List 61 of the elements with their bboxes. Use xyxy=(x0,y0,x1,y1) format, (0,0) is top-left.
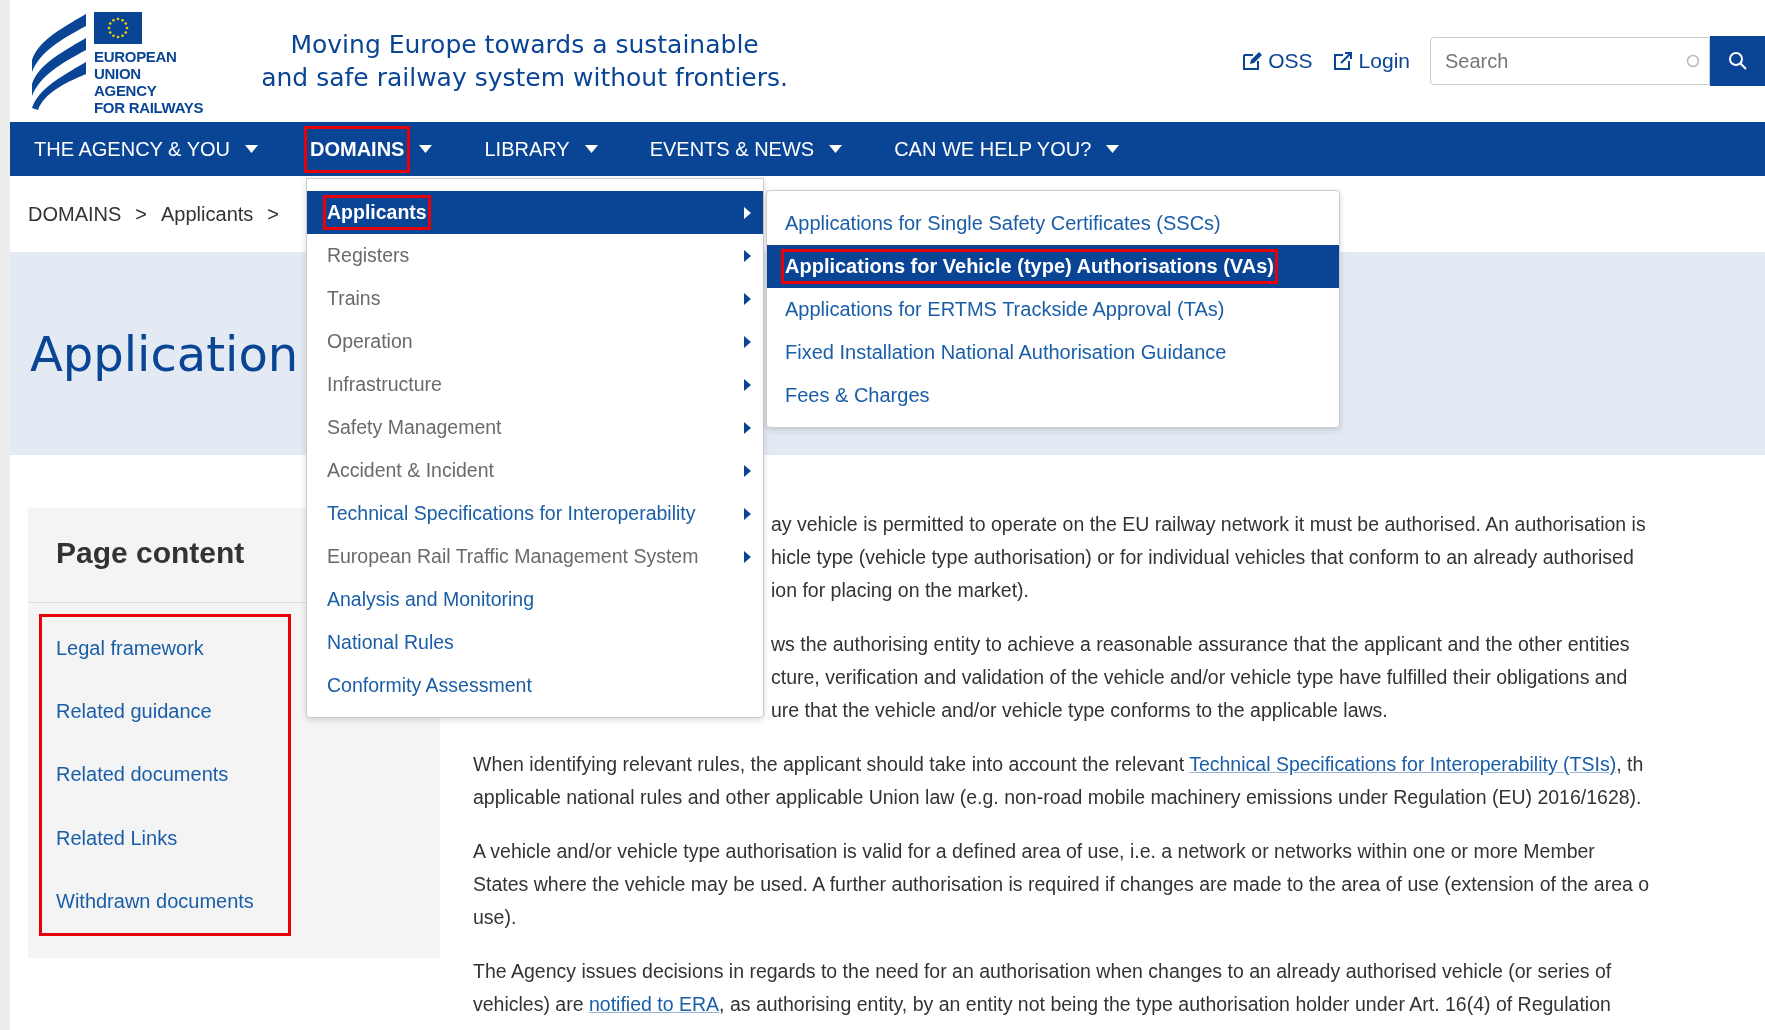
nav-item[interactable]: DOMAINS xyxy=(304,125,433,173)
login-link[interactable]: Login xyxy=(1332,49,1410,73)
submenu-arrow-icon xyxy=(744,550,751,563)
submenu-arrow-icon xyxy=(744,464,751,477)
submenu-item[interactable]: Fees & Charges xyxy=(767,374,1339,417)
eu-flag-icon xyxy=(94,12,142,44)
text-link[interactable]: Technical Specifications for Interoperability (TSIs) xyxy=(1189,753,1617,775)
menu-item[interactable]: Operation xyxy=(307,320,763,363)
caret-icon xyxy=(1106,145,1120,153)
nav-item[interactable]: THE AGENCY & YOU xyxy=(28,125,258,173)
caret-icon xyxy=(419,145,433,153)
nav-item[interactable]: LIBRARY xyxy=(478,125,598,173)
breadcrumb-separator: > xyxy=(135,202,148,226)
breadcrumb-link[interactable]: Applicants xyxy=(161,202,254,226)
page-content-link[interactable]: Related Links xyxy=(56,826,288,850)
nav-item[interactable]: CAN WE HELP YOU? xyxy=(888,125,1120,173)
submenu-arrow-icon xyxy=(744,249,751,262)
circle-icon xyxy=(1686,54,1700,68)
nav-item[interactable]: EVENTS & NEWS xyxy=(643,125,843,173)
submenu-item[interactable]: Applications for Vehicle (type) Authorisations (VAs) xyxy=(767,245,1339,288)
body-paragraph: ay vehicle is permitted to operate on the EU railway network it must be authorised. An authorisation is hicle type (vehicle type authorisation) or for individual vehicles that conform to an already authorised ion for placing on the market). xyxy=(771,512,1647,603)
page-content-link[interactable]: Related documents xyxy=(56,763,288,787)
submenu-item[interactable]: Applications for ERTMS Trackside Approval (TAs) xyxy=(767,288,1339,331)
menu-item[interactable]: Accident & Incident xyxy=(307,449,763,492)
submenu-arrow-icon xyxy=(744,206,751,219)
menu-item[interactable]: Safety Management xyxy=(307,406,763,449)
submenu-item[interactable]: Applications for Single Safety Certificates (SSCs) xyxy=(767,202,1339,245)
external-link-icon xyxy=(1332,51,1353,71)
body-paragraph: The Agency issues decisions in regards to the need for an authorisation when changes to an already authorised vehicle (or series of vehicles) are notified to ERA, as authorising entity, by an entity not being the type authorisation holder under Art. 16(4) of Regulation xyxy=(473,959,1613,1017)
logo-text: EUROPEAN UNION AGENCY FOR RAILWAYS xyxy=(94,48,204,116)
search-icon xyxy=(1727,51,1748,71)
submenu-arrow-icon xyxy=(744,507,751,520)
search-button[interactable] xyxy=(1710,36,1765,86)
menu-item[interactable]: Registers xyxy=(307,234,763,277)
menu-item[interactable]: Applicants xyxy=(307,191,763,234)
oss-link[interactable]: OSS xyxy=(1242,49,1313,73)
caret-icon xyxy=(584,145,598,153)
page-title: Application xyxy=(30,325,299,382)
submenu-arrow-icon xyxy=(744,335,751,348)
menu-item[interactable]: National Rules xyxy=(307,621,763,664)
caret-icon xyxy=(245,145,258,153)
breadcrumb-separator: > xyxy=(267,202,279,226)
body-paragraph: A vehicle and/or vehicle type authorisation is valid for a defined area of use, i.e. a network or networks within one or more Member States where the vehicle may be used. A further authorisation is required if changes are made to the area of use (extension of the area o use). xyxy=(473,839,1650,930)
page-content-link[interactable]: Legal framework xyxy=(56,637,288,661)
page-content-link[interactable]: Related guidance xyxy=(56,700,288,724)
text-link[interactable]: notified to ERA xyxy=(588,993,720,1015)
menu-item[interactable]: Infrastructure xyxy=(307,363,763,406)
search-field[interactable]: Search xyxy=(1430,37,1710,85)
submenu-arrow-icon xyxy=(744,378,751,391)
edit-icon xyxy=(1242,51,1263,71)
caret-icon xyxy=(829,145,843,153)
submenu-arrow-icon xyxy=(744,292,751,305)
breadcrumb-link[interactable]: DOMAINS xyxy=(28,202,122,226)
submenu-arrow-icon xyxy=(744,421,751,434)
body-paragraph: When identifying relevant rules, the applicant should take into account the relevant Technical Specifications for Interoperability (TSIs), th applicable national rules and other applicable Union law (e.g. non-road mobile machinery emissions under Regulation (EU) 2016/1628). xyxy=(473,752,1645,810)
menu-item[interactable]: Conformity Assessment xyxy=(307,664,763,707)
submenu-item[interactable]: Fixed Installation National Authorisation Guidance xyxy=(767,331,1339,374)
body-paragraph: ws the authorising entity to achieve a reasonable assurance that the applicant and the other entities cture, verification and validation of the vehicle and/or vehicle type have fulfilled their obligations and ure that the vehicle and/or vehicle type conforms to the applicable laws. xyxy=(771,632,1631,723)
page-content-link[interactable]: Withdrawn documents xyxy=(56,889,288,913)
menu-item[interactable]: Trains xyxy=(307,277,763,320)
tagline: Moving Europe towards a sustainable and safe railway system without frontiers. xyxy=(261,29,788,94)
